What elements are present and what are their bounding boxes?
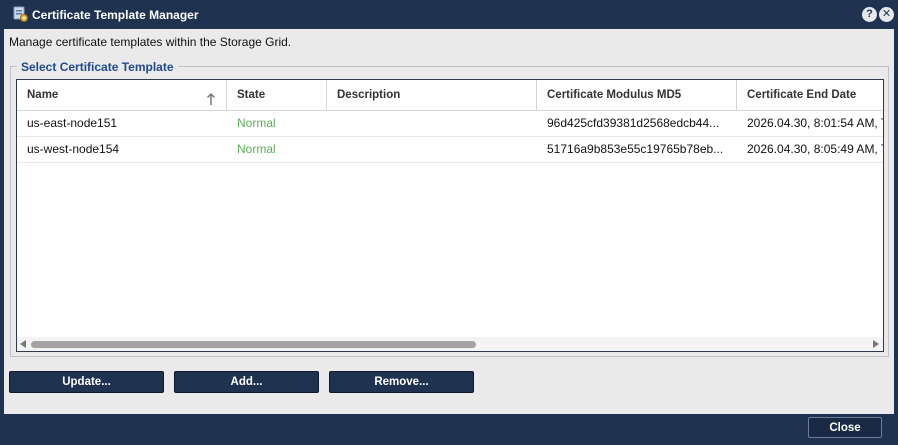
intro-text: Manage certificate templates within the …: [9, 35, 292, 49]
column-header-description[interactable]: Description: [327, 80, 537, 110]
cell-md5: 51716a9b853e55c19765b78eb...: [547, 142, 724, 156]
remove-button[interactable]: Remove...: [329, 371, 474, 393]
close-button[interactable]: Close: [808, 417, 882, 438]
window-title: Certificate Template Manager: [32, 8, 199, 22]
help-button[interactable]: ?: [862, 7, 877, 22]
cell-description: [327, 137, 537, 162]
cell-state: Normal: [237, 116, 276, 130]
title-bar: Certificate Template Manager ? ✕: [0, 0, 898, 29]
sort-ascending-icon: [206, 88, 216, 105]
certificate-template-manager-dialog: Certificate Template Manager ? ✕ Manage …: [0, 0, 898, 445]
table-header: Name State Description Certificate Modul…: [17, 80, 883, 111]
column-header-end-date[interactable]: Certificate End Date: [737, 80, 883, 110]
cell-md5: 96d425cfd39381d2568edcb44...: [547, 116, 720, 130]
dialog-footer: Close: [0, 414, 898, 445]
cell-name: us-west-node154: [27, 142, 120, 156]
table-row[interactable]: us-west-node154 Normal 51716a9b853e55c19…: [17, 137, 884, 163]
cell-end-date: 2026.04.30, 8:01:54 AM, T: [747, 116, 884, 130]
column-header-md5[interactable]: Certificate Modulus MD5: [537, 80, 737, 110]
add-button[interactable]: Add...: [174, 371, 319, 393]
certificate-template-table: Name State Description Certificate Modul…: [16, 79, 884, 352]
update-button[interactable]: Update...: [9, 371, 164, 393]
horizontal-scrollbar[interactable]: [17, 337, 883, 351]
close-window-button[interactable]: ✕: [879, 7, 894, 22]
cell-state: Normal: [237, 142, 276, 156]
scroll-right-icon[interactable]: [873, 340, 879, 348]
scroll-left-icon[interactable]: [20, 340, 26, 348]
scrollbar-thumb[interactable]: [31, 341, 476, 348]
group-legend: Select Certificate Template: [17, 60, 178, 74]
column-header-state[interactable]: State: [227, 80, 327, 110]
column-header-name[interactable]: Name: [17, 80, 227, 110]
table-row[interactable]: us-east-node151 Normal 96d425cfd39381d25…: [17, 111, 884, 137]
dialog-content: Manage certificate templates within the …: [4, 29, 894, 414]
cell-description: [327, 111, 537, 136]
select-certificate-template-group: Select Certificate Template Name State D…: [10, 60, 889, 357]
certificate-icon: [12, 6, 29, 23]
cell-end-date: 2026.04.30, 8:05:49 AM, T: [747, 142, 884, 156]
cell-name: us-east-node151: [27, 116, 118, 130]
